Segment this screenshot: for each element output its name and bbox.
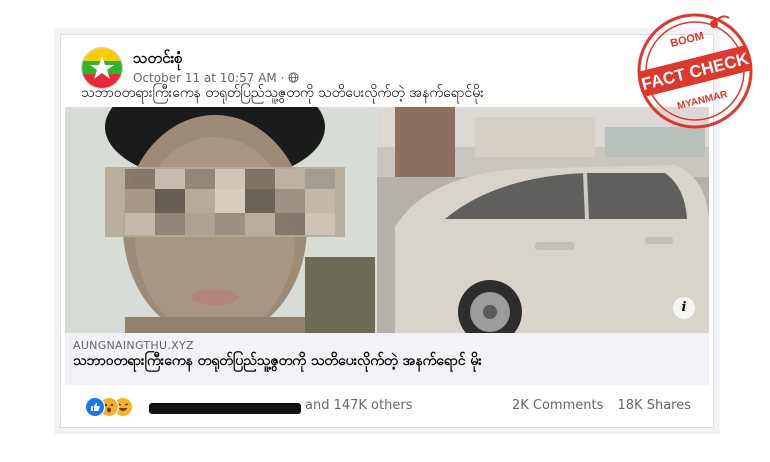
link-title[interactable]: သဘာဝတရားကြီးကေန တရုတ်ပြည်သူ့ဇွတကို သတိပေ… xyxy=(73,353,673,370)
redacted-names xyxy=(149,403,301,414)
preview-photo xyxy=(65,107,709,333)
globe-icon xyxy=(288,72,299,83)
link-domain: AUNGNAINGTHU.XYZ xyxy=(73,339,194,352)
link-preview-image[interactable]: i xyxy=(65,107,709,333)
engagement-bar: and 147K others 2K Comments 18K Shares xyxy=(65,391,709,421)
engagement-counts: 2K Comments 18K Shares xyxy=(502,398,691,413)
facebook-post-card: သတင်းစုံ October 11 at 10:57 AM · သဘာဝတရ… xyxy=(60,34,714,428)
author-name[interactable]: သတင်းစုံ xyxy=(133,49,183,71)
like-icon xyxy=(85,397,105,417)
stamp-main-text: FACT CHECK xyxy=(640,49,752,94)
boom-fact-check-stamp: BOOM FACT CHECK MYANMAR xyxy=(637,13,753,129)
info-icon[interactable]: i xyxy=(673,297,695,319)
post-caption: သဘာဝတရားကြီးကေန တရုတ်ပြည်သူ့ဇွတကို သတိပေ… xyxy=(81,85,484,101)
link-preview-meta[interactable]: AUNGNAINGTHU.XYZ သဘာဝတရားကြီးကေန တရုတ်ပြ… xyxy=(65,333,709,385)
comments-count[interactable]: 2K Comments xyxy=(512,398,603,413)
shares-count[interactable]: 18K Shares xyxy=(618,398,692,413)
reactions-others[interactable]: and 147K others xyxy=(305,398,412,413)
stamp-top-text: BOOM xyxy=(669,30,705,50)
stamp-bottom-text: MYANMAR xyxy=(676,89,729,112)
myanmar-flag-icon xyxy=(82,48,122,88)
